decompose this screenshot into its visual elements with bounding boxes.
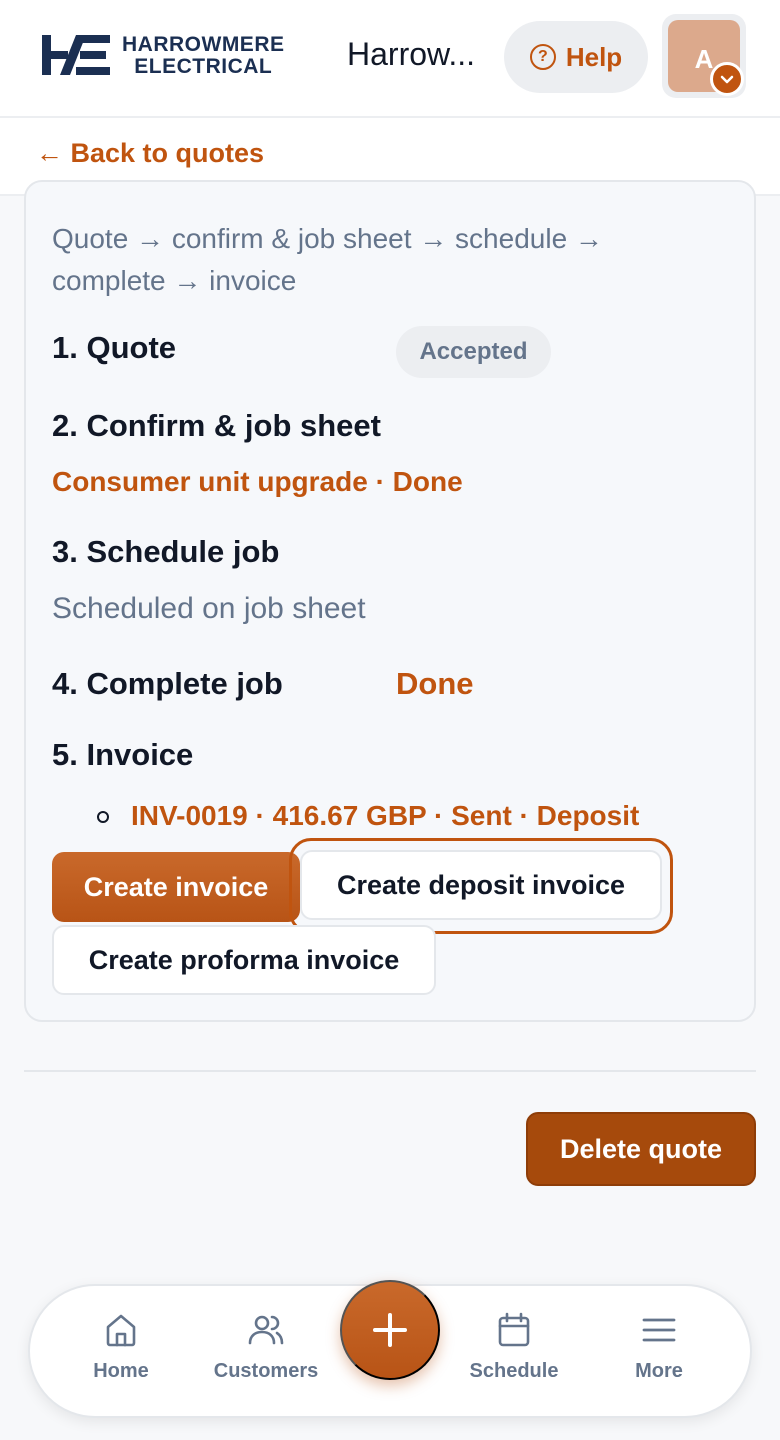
divider bbox=[24, 1070, 756, 1072]
account-menu-button[interactable]: A bbox=[662, 14, 746, 98]
delete-quote-button[interactable]: Delete quote bbox=[526, 1112, 756, 1186]
company-logo[interactable]: HARROWMERE ELECTRICAL bbox=[40, 32, 310, 82]
app-title: Harrow... bbox=[347, 36, 476, 72]
chevron-down-icon bbox=[710, 62, 744, 96]
schedule-status: Scheduled on job sheet bbox=[52, 592, 366, 625]
back-to-quotes-link[interactable]: ← Back to quotes bbox=[36, 138, 264, 169]
step-schedule-title: 3. Schedule job bbox=[52, 534, 280, 569]
nav-item-more[interactable]: More bbox=[594, 1310, 724, 1400]
add-button[interactable] bbox=[340, 1280, 440, 1380]
nav-item-customers[interactable]: Customers bbox=[201, 1310, 331, 1400]
nav-label-schedule: Schedule bbox=[469, 1360, 559, 1382]
nav-label-customers: Customers bbox=[213, 1360, 319, 1382]
complete-status: Done bbox=[396, 666, 474, 701]
nav-item-home[interactable]: Home bbox=[56, 1310, 186, 1400]
list-bullet bbox=[97, 811, 109, 823]
nav-item-schedule[interactable]: Schedule bbox=[449, 1310, 579, 1400]
home-icon bbox=[106, 1314, 136, 1347]
help-icon: ? bbox=[529, 44, 556, 70]
workflow-summary: Quote → confirm & job sheet → schedule →… bbox=[52, 223, 603, 296]
app-header: HARROWMERE ELECTRICAL Harrow... ? Help A bbox=[0, 0, 780, 118]
invoice-link[interactable]: INV-0019 · 416.67 GBP · Sent · Deposit bbox=[131, 800, 639, 832]
step-invoice-title: 5. Invoice bbox=[52, 737, 194, 772]
logo-mark-icon bbox=[42, 35, 110, 75]
create-proforma-invoice-button[interactable]: Create proforma invoice bbox=[52, 925, 436, 995]
users-icon bbox=[248, 1315, 284, 1345]
step-quote-title: 1. Quote bbox=[52, 330, 177, 365]
help-label: Help bbox=[565, 41, 623, 72]
plus-icon bbox=[373, 1313, 407, 1347]
logo-line-1: HARROWMERE bbox=[122, 33, 285, 56]
job-sheet-link[interactable]: Consumer unit upgrade · Done bbox=[52, 466, 463, 498]
help-button[interactable]: ? Help bbox=[504, 21, 648, 93]
status-badge: Accepted bbox=[396, 326, 551, 378]
nav-label-more: More bbox=[635, 1360, 683, 1382]
create-invoice-button[interactable]: Create invoice bbox=[52, 852, 300, 922]
logo-wordmark: HARROWMERE ELECTRICAL bbox=[122, 34, 285, 78]
logo-line-2: ELECTRICAL bbox=[134, 55, 273, 78]
step-confirm-title: 2. Confirm & job sheet bbox=[52, 408, 381, 443]
calendar-icon bbox=[498, 1312, 530, 1347]
menu-icon bbox=[642, 1318, 676, 1342]
nav-label-home: Home bbox=[93, 1360, 149, 1382]
create-deposit-invoice-button[interactable]: Create deposit invoice bbox=[300, 850, 662, 920]
step-complete-title: 4. Complete job bbox=[52, 666, 283, 701]
